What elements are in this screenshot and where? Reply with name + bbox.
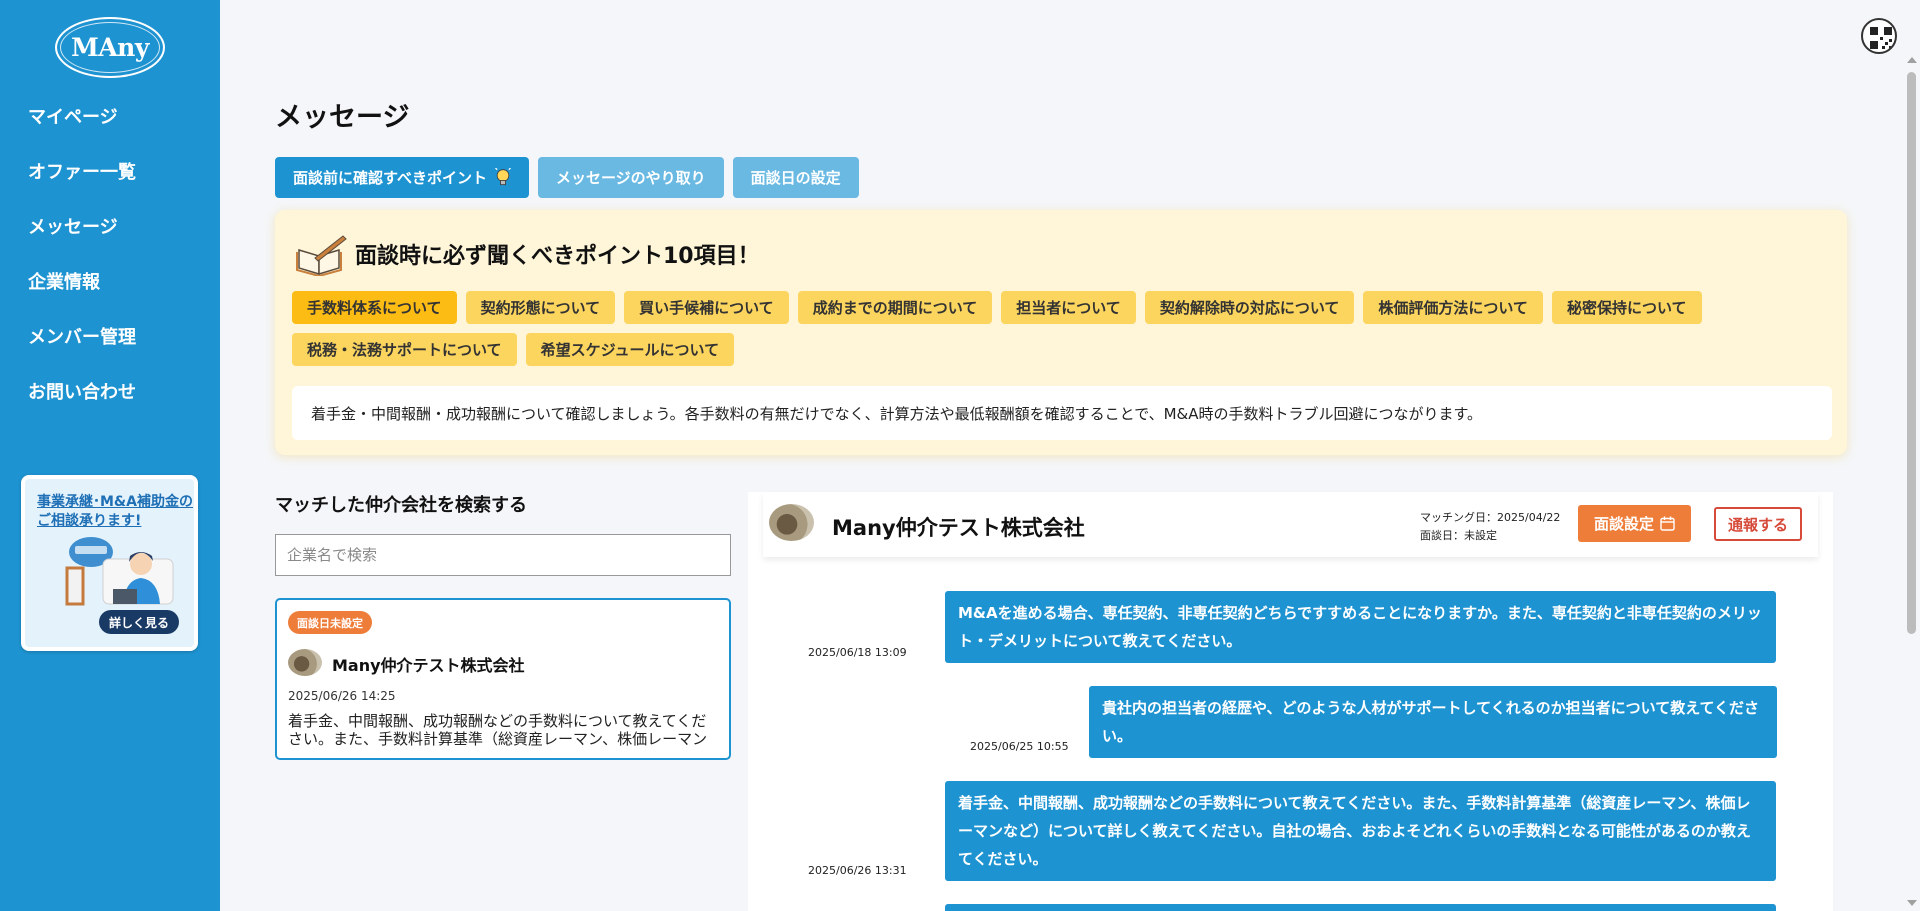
sidebar-item-members[interactable]: メンバー管理 (0, 320, 220, 375)
matching-date: マッチング日：2025/04/22 (1420, 511, 1561, 524)
message-bubble: M&Aを進める場合、専任契約、非専任契約どちらですすめることになりますか。また、… (945, 591, 1776, 663)
message-bubble (945, 904, 1776, 911)
message-bubble: 着手金、中間報酬、成功報酬などの手数料について教えてください。また、手数料計算基… (945, 781, 1776, 881)
logo-text: MAny (71, 33, 149, 62)
conversation-date: 2025/06/26 14:25 (288, 689, 396, 703)
tab-pre-meeting-points[interactable]: 面談前に確認すべきポイント (275, 157, 529, 198)
calendar-icon (1660, 516, 1675, 531)
sidebar-item-contact[interactable]: お問い合わせ (0, 375, 220, 430)
points-header: 面談時に必ず聞くべきポイント10項目！ (295, 232, 760, 276)
scrollbar-thumb[interactable] (1907, 72, 1916, 634)
banner-text: 事業承継･M&A補助金のご相談承ります! (37, 494, 193, 529)
consultant-illustration-icon (65, 537, 174, 606)
conversation-company-name: Many仲介テスト株式会社 (332, 656, 525, 675)
tab-message-exchange[interactable]: メッセージのやり取り (537, 157, 724, 198)
meeting-points-panel: 面談時に必ず聞くべきポイント10項目！ 手数料体系について 契約形態について 買… (275, 210, 1847, 455)
point-description: 着手金・中間報酬・成功報酬について確認しましょう。各手数料の有無だけでなく、計算… (292, 386, 1832, 440)
chip-buyer-candidates[interactable]: 買い手候補について (624, 291, 789, 324)
avatar (288, 649, 322, 676)
avatar (769, 504, 814, 541)
sidebar: MAny マイページ オファー一覧 メッセージ 企業情報 メンバー管理 お問い合… (0, 0, 220, 911)
scroll-up-icon[interactable] (1907, 57, 1917, 63)
conversation-list-item[interactable]: 面談日未設定 Many仲介テスト株式会社 2025/06/26 14:25 着手… (275, 598, 731, 760)
page-scrollbar[interactable] (1903, 55, 1920, 911)
qr-code-icon[interactable] (1861, 18, 1897, 54)
company-search-input[interactable] (275, 534, 731, 576)
tab-bar: 面談前に確認すべきポイント メッセージのやり取り 面談日の設定 (275, 157, 859, 198)
status-badge: 面談日未設定 (288, 611, 372, 634)
message-time: 2025/06/25 10:55 (970, 740, 1069, 753)
sidebar-item-mypage[interactable]: マイページ (0, 100, 220, 155)
message-time: 2025/06/18 13:09 (808, 646, 907, 659)
chip-confidentiality[interactable]: 秘密保持について (1551, 291, 1702, 324)
book-pen-icon (296, 235, 347, 276)
message-bubble: 貴社内の担当者の経歴や、どのような人材がサポートしてくれるのか担当者について教え… (1089, 686, 1777, 758)
chip-closing-period[interactable]: 成約までの期間について (797, 291, 993, 324)
chat-panel: Many仲介テスト株式会社 マッチング日：2025/04/22 面談日：未設定 … (748, 492, 1833, 911)
chip-fee-structure[interactable]: 手数料体系について (292, 291, 457, 324)
meeting-settings-button[interactable]: 面談設定 (1578, 505, 1691, 542)
chat-header: Many仲介テスト株式会社 マッチング日：2025/04/22 面談日：未設定 … (763, 492, 1818, 557)
chip-contract-termination[interactable]: 契約解除時の対応について (1144, 291, 1355, 324)
match-info: マッチング日：2025/04/22 面談日：未設定 (1420, 509, 1560, 545)
chip-contract-type[interactable]: 契約形態について (465, 291, 616, 324)
page-title: メッセージ (275, 102, 410, 133)
chip-person-in-charge[interactable]: 担当者について (1001, 291, 1136, 324)
report-button[interactable]: 通報する (1714, 507, 1802, 541)
chip-desired-schedule[interactable]: 希望スケジュールについて (525, 333, 735, 366)
points-chip-list: 手数料体系について 契約形態について 買い手候補について 成約までの期間について… (292, 291, 1832, 366)
message-time: 2025/06/26 13:31 (808, 864, 907, 877)
chip-tax-legal-support[interactable]: 税務・法務サポートについて (292, 333, 517, 366)
sidebar-nav: マイページ オファー一覧 メッセージ 企業情報 メンバー管理 お問い合わせ (0, 100, 220, 430)
subsidy-banner[interactable]: 事業承継･M&A補助金のご相談承ります! 詳しく見る (21, 475, 198, 651)
scroll-down-icon[interactable] (1907, 900, 1917, 906)
logo[interactable]: MAny (55, 17, 165, 78)
sidebar-item-company-info[interactable]: 企業情報 (0, 265, 220, 320)
chat-company-name: Many仲介テスト株式会社 (832, 516, 1085, 540)
lightbulb-icon (495, 167, 511, 185)
meeting-date: 面談日：未設定 (1420, 529, 1497, 542)
search-label: マッチした仲介会社を検索する (275, 495, 527, 516)
tab-meeting-date[interactable]: 面談日の設定 (732, 157, 859, 198)
sidebar-item-messages[interactable]: メッセージ (0, 210, 220, 265)
meeting-settings-label: 面談設定 (1593, 515, 1654, 533)
chip-stock-valuation[interactable]: 株価評価方法について (1363, 291, 1543, 324)
banner-details-button[interactable]: 詳しく見る (99, 610, 179, 634)
points-title: 面談時に必ず聞くべきポイント10項目！ (355, 244, 760, 269)
tab-label: 面談前に確認すべきポイント (293, 169, 487, 187)
conversation-preview: 着手金、中間報酬、成功報酬などの手数料について教えてください。また、手数料計算基… (288, 712, 708, 748)
sidebar-item-offers[interactable]: オファー一覧 (0, 155, 220, 210)
